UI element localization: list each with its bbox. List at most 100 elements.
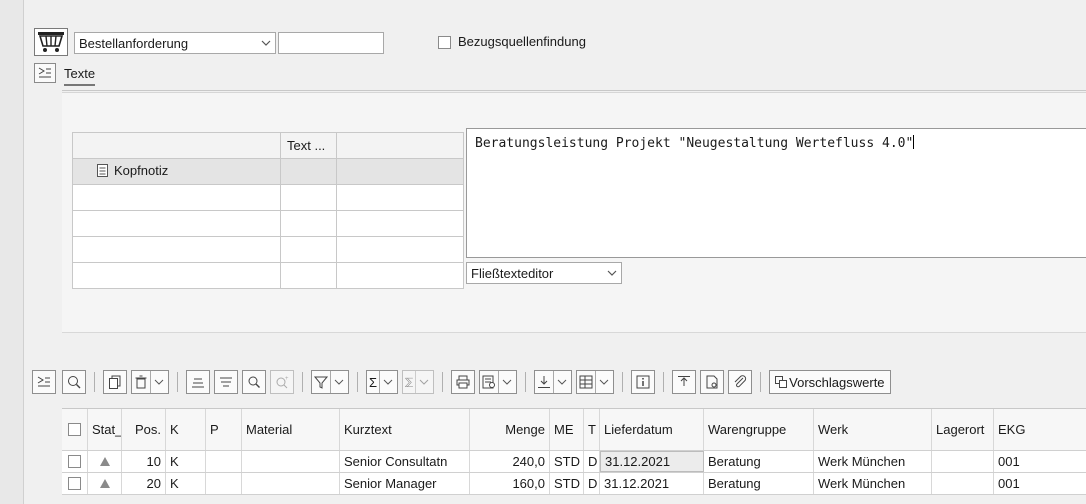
views-button[interactable]: [479, 370, 518, 394]
cell-lagerort[interactable]: [932, 473, 994, 494]
col-header-pos[interactable]: Pos.: [122, 409, 166, 450]
sort-ascending-icon[interactable]: [186, 370, 210, 394]
source-determination-checkbox[interactable]: [438, 36, 451, 49]
toolbar-separator: [663, 372, 665, 392]
cell-pos[interactable]: 20: [122, 473, 166, 494]
col-header-t[interactable]: T: [584, 409, 600, 450]
default-values-button[interactable]: Vorschlagswerte: [769, 370, 891, 394]
toolbar-separator: [302, 372, 303, 392]
find-icon[interactable]: [242, 370, 266, 394]
col-header-k[interactable]: K: [166, 409, 206, 450]
collapse-items-button[interactable]: [32, 370, 56, 394]
sum-button[interactable]: Σ: [366, 370, 399, 394]
items-grid: Stat_ Pos. K P Material Kurztext Menge M…: [62, 408, 1086, 495]
chevron-down-icon: [257, 40, 275, 46]
col-header-ekg[interactable]: EKG: [994, 409, 1086, 450]
status-triangle-icon: [88, 473, 122, 494]
subtotal-icon: ⅀: [405, 376, 414, 388]
col-header-lagerort[interactable]: Lagerort: [932, 409, 994, 450]
cell-k[interactable]: K: [166, 451, 206, 472]
chevron-down-icon: [498, 371, 514, 393]
trash-icon: [135, 375, 147, 389]
cell-p[interactable]: [206, 451, 242, 472]
cell-menge[interactable]: 240,0: [470, 451, 550, 472]
text-caret: [913, 135, 915, 149]
cell-k[interactable]: K: [166, 473, 206, 494]
delete-button[interactable]: [131, 370, 169, 394]
cell-pos[interactable]: 10: [122, 451, 166, 472]
items-toolbar: + Σ ⅀ Vorschlagswerte: [32, 366, 895, 398]
document-icon[interactable]: [700, 370, 725, 394]
col-header-me[interactable]: ME: [550, 409, 584, 450]
find-next-icon[interactable]: +: [270, 370, 294, 394]
cell-material[interactable]: [242, 451, 340, 472]
section-divider: [62, 332, 1086, 333]
col-header-material[interactable]: Material: [242, 409, 340, 450]
view-icon: [482, 375, 496, 389]
cell-t[interactable]: D: [584, 473, 600, 494]
col-header-warengruppe[interactable]: Warengruppe: [704, 409, 814, 450]
attachment-icon[interactable]: [728, 370, 753, 394]
tree-row-kopfnotiz[interactable]: Kopfnotiz: [72, 158, 464, 185]
layout-button[interactable]: [576, 370, 615, 394]
table-row[interactable]: 20 K Senior Manager 160,0 STD D 31.12.20…: [62, 473, 1086, 495]
cell-lieferdatum[interactable]: 31.12.2021: [600, 451, 704, 472]
chevron-down-icon: [415, 371, 431, 393]
subtotal-button[interactable]: ⅀: [402, 370, 435, 394]
cell-kurztext[interactable]: Senior Manager: [340, 473, 470, 494]
sort-descending-icon[interactable]: [214, 370, 238, 394]
cell-material[interactable]: [242, 473, 340, 494]
tree-empty-cell: [72, 184, 281, 211]
cell-warengruppe[interactable]: Beratung: [704, 451, 814, 472]
chevron-down-icon: [603, 270, 621, 276]
filter-button[interactable]: [311, 370, 349, 394]
text-editor[interactable]: Beratungsleistung Projekt "Neugestaltung…: [466, 128, 1086, 258]
row-checkbox[interactable]: [62, 451, 88, 472]
export-button[interactable]: [534, 370, 573, 394]
chevron-down-icon: [595, 371, 611, 393]
col-header-werk[interactable]: Werk: [814, 409, 932, 450]
col-header-lieferdatum[interactable]: Lieferdatum: [600, 409, 704, 450]
upload-icon[interactable]: [672, 370, 697, 394]
doc-type-select[interactable]: Bestellanforderung: [74, 32, 276, 54]
cell-lagerort[interactable]: [932, 451, 994, 472]
cell-werk[interactable]: Werk München: [814, 473, 932, 494]
grid-layout-icon: [579, 375, 593, 389]
details-zoom-icon[interactable]: [62, 370, 86, 394]
tree-header-extra: [336, 132, 464, 159]
cell-lieferdatum[interactable]: 31.12.2021: [600, 473, 704, 494]
cell-menge[interactable]: 160,0: [470, 473, 550, 494]
copy-icon[interactable]: [103, 370, 127, 394]
collapse-header-button[interactable]: [34, 63, 56, 83]
chevron-down-icon: [553, 371, 569, 393]
text-type-tree: Text ... Kopfnotiz: [72, 132, 464, 289]
select-all-checkbox[interactable]: [62, 409, 88, 450]
row-checkbox[interactable]: [62, 473, 88, 494]
doc-number-field[interactable]: [278, 32, 384, 54]
info-icon[interactable]: [631, 370, 656, 394]
col-header-p[interactable]: P: [206, 409, 242, 450]
cell-p[interactable]: [206, 473, 242, 494]
col-header-status[interactable]: Stat_: [88, 409, 122, 450]
tree-empty-cell: [72, 210, 281, 237]
table-row[interactable]: 10 K Senior Consultatn 240,0 STD D 31.12…: [62, 451, 1086, 473]
default-values-label: Vorschlagswerte: [789, 374, 885, 390]
cell-me[interactable]: STD: [550, 473, 584, 494]
print-icon[interactable]: [451, 370, 476, 394]
cell-warengruppe[interactable]: Beratung: [704, 473, 814, 494]
cart-icon[interactable]: [34, 28, 68, 56]
cell-werk[interactable]: Werk München: [814, 451, 932, 472]
sum-icon: Σ: [369, 374, 378, 390]
editor-content: Beratungsleistung Projekt "Neugestaltung…: [475, 136, 914, 151]
editor-mode-select[interactable]: Fließtexteditor: [466, 262, 622, 284]
cell-t[interactable]: D: [584, 451, 600, 472]
tab-texte[interactable]: Texte: [64, 66, 96, 86]
cell-ekg[interactable]: 001: [994, 451, 1086, 472]
tree-header-text: Text ...: [280, 132, 337, 159]
note-icon: [97, 164, 108, 180]
cell-kurztext[interactable]: Senior Consultatn: [340, 451, 470, 472]
cell-me[interactable]: STD: [550, 451, 584, 472]
cell-ekg[interactable]: 001: [994, 473, 1086, 494]
col-header-menge[interactable]: Menge: [470, 409, 550, 450]
col-header-kurztext[interactable]: Kurztext: [340, 409, 470, 450]
